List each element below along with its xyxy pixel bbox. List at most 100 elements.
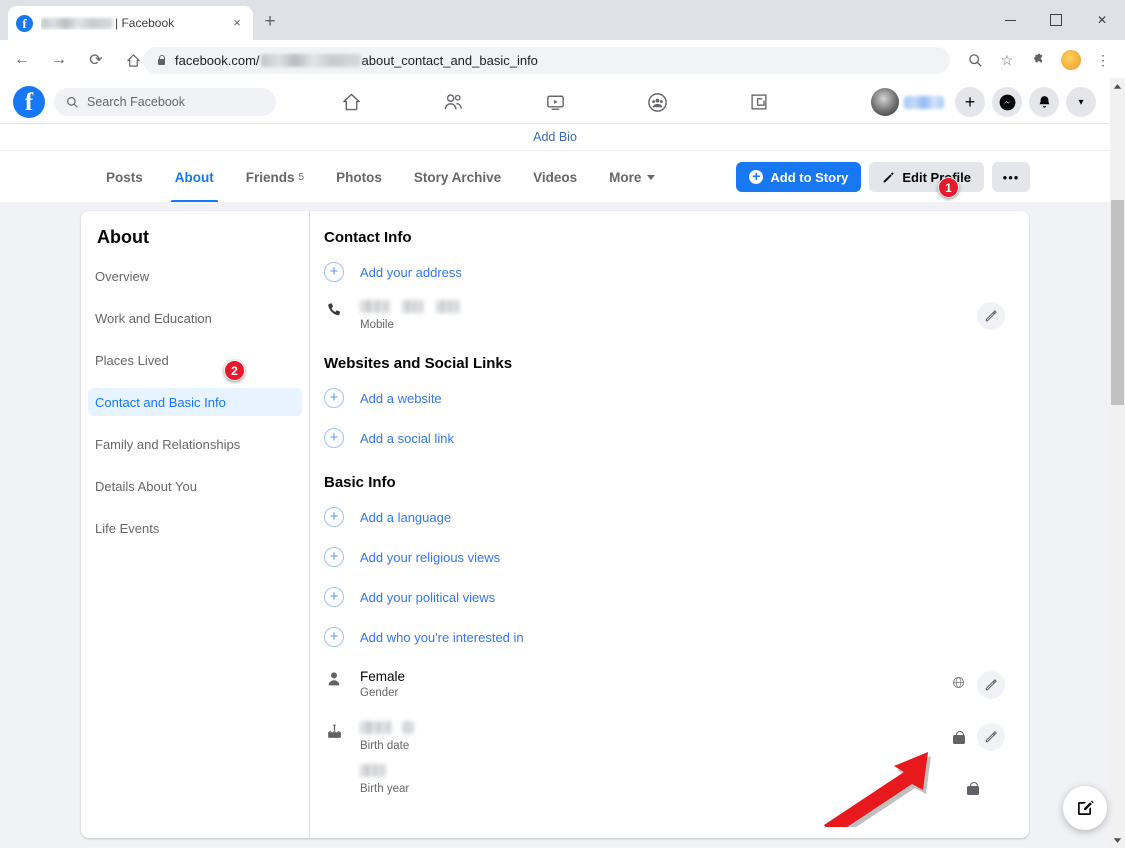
sidebar-item-family-and-relationships[interactable]: Family and Relationships	[88, 430, 302, 458]
plus-circle-icon: +	[749, 169, 764, 184]
tab-photos-label: Photos	[336, 169, 382, 185]
tab-about-label: About	[174, 169, 214, 185]
add-interested-in-label: Add who you're interested in	[360, 629, 524, 645]
bookmark-star-icon[interactable]: ☆	[993, 46, 1021, 74]
plus-icon: +	[324, 428, 344, 448]
lock-icon[interactable]	[967, 781, 979, 795]
browser-tab[interactable]: f | Facebook ×	[8, 6, 253, 40]
watch-icon[interactable]	[535, 87, 575, 117]
edit-profile-button[interactable]: Edit Profile	[869, 162, 984, 192]
gender-value: Female	[360, 669, 406, 684]
notifications-button[interactable]	[1029, 87, 1059, 117]
tab-story-archive[interactable]: Story Archive	[400, 151, 515, 203]
add-political-views-label: Add your political views	[360, 589, 496, 605]
sidebar-item-work-and-education[interactable]: Work and Education	[88, 304, 302, 332]
page-scrollbar[interactable]	[1110, 78, 1125, 848]
search-input[interactable]: Search Facebook	[54, 88, 276, 116]
globe-icon[interactable]	[952, 676, 965, 694]
create-button[interactable]: +	[955, 87, 985, 117]
add-website-row[interactable]: + Add a website	[324, 378, 1005, 418]
browser-window: f | Facebook × + ✕ ← → ⟳ facebook.com/ a…	[0, 0, 1125, 848]
tab-videos[interactable]: Videos	[519, 151, 591, 203]
tab-posts[interactable]: Posts	[92, 151, 157, 203]
omnibox-actions: ☆ ⋮	[961, 40, 1117, 80]
compose-icon	[1078, 800, 1094, 815]
browser-profile-avatar[interactable]	[1057, 46, 1085, 74]
scrollbar-thumb[interactable]	[1111, 200, 1124, 405]
url-bar[interactable]: facebook.com/ about_contact_and_basic_in…	[143, 47, 950, 74]
add-website-label: Add a website	[360, 390, 442, 406]
extensions-puzzle-icon[interactable]	[1025, 46, 1053, 74]
tab-about[interactable]: About	[161, 151, 228, 203]
pencil-icon	[884, 171, 895, 182]
scroll-up-arrow-icon[interactable]	[1110, 78, 1125, 94]
chevron-down-icon: ▾	[1078, 96, 1084, 108]
browser-menu-icon[interactable]: ⋮	[1089, 46, 1117, 74]
account-menu-button[interactable]: ▾	[1066, 87, 1096, 117]
lock-icon[interactable]	[953, 730, 965, 744]
close-tab-icon[interactable]: ×	[229, 15, 245, 31]
zoom-search-icon[interactable]	[961, 46, 989, 74]
sidebar-item-life-events[interactable]: Life Events	[88, 514, 302, 542]
tab-friends[interactable]: Friends 5	[232, 151, 318, 203]
add-bio-link[interactable]: Add Bio	[533, 130, 577, 144]
basic-info-heading: Basic Info	[324, 474, 396, 491]
forward-icon[interactable]: →	[44, 45, 74, 75]
add-religious-views-row[interactable]: + Add your religious views	[324, 537, 1005, 577]
profile-chip[interactable]	[871, 87, 948, 117]
back-icon[interactable]: ←	[7, 45, 37, 75]
annotation-badge-2: 2	[224, 360, 245, 381]
add-religious-views-label: Add your religious views	[360, 549, 501, 565]
phone-value-blurred	[360, 300, 961, 316]
facebook-logo[interactable]: f	[13, 86, 45, 118]
add-address-row[interactable]: + Add your address	[324, 252, 1005, 292]
tab-more[interactable]: More	[595, 151, 669, 203]
bio-row: Add Bio	[0, 124, 1110, 150]
sidebar-item-label: Work and Education	[95, 310, 212, 326]
sidebar-item-contact-and-basic-info[interactable]: Contact and Basic Info	[88, 388, 302, 416]
phone-value-group: Mobile	[360, 300, 961, 331]
minimize-icon[interactable]	[987, 0, 1033, 40]
more-dots-icon: •••	[1002, 169, 1020, 185]
sidebar-item-places-lived[interactable]: Places Lived	[88, 346, 302, 374]
friends-icon[interactable]	[433, 87, 473, 117]
url-domain: facebook.com/	[175, 53, 260, 68]
edit-gender-button[interactable]	[977, 671, 1005, 699]
edit-birth-date-button[interactable]	[977, 723, 1005, 751]
sidebar-item-label: Details About You	[95, 478, 197, 494]
tab-friends-count: 5	[298, 171, 305, 183]
site-lock-icon	[156, 55, 166, 67]
add-social-link-row[interactable]: + Add a social link	[324, 418, 1005, 458]
compose-fab-button[interactable]	[1063, 786, 1107, 830]
reload-icon[interactable]: ⟳	[81, 45, 111, 75]
phone-sublabel: Mobile	[360, 319, 394, 331]
scroll-down-arrow-icon[interactable]	[1110, 832, 1125, 848]
tab-photos[interactable]: Photos	[322, 151, 396, 203]
profile-more-options-button[interactable]: •••	[992, 162, 1030, 192]
add-political-views-row[interactable]: + Add your political views	[324, 577, 1005, 617]
add-language-row[interactable]: + Add a language	[324, 497, 1005, 537]
facebook-nav-icons	[300, 80, 810, 124]
sidebar-item-overview[interactable]: Overview	[88, 262, 302, 290]
annotation-badge-1: 1	[938, 177, 959, 198]
add-interested-in-row[interactable]: + Add who you're interested in	[324, 617, 1005, 657]
facebook-header: f Search Facebook + ▾	[0, 80, 1110, 124]
close-window-icon[interactable]: ✕	[1079, 0, 1125, 40]
tab-more-label: More	[609, 169, 642, 185]
groups-icon[interactable]	[637, 87, 677, 117]
contact-info-heading: Contact Info	[324, 229, 412, 246]
new-tab-icon[interactable]: +	[258, 11, 282, 35]
birth-year-value-blurred	[360, 764, 937, 780]
maximize-icon[interactable]	[1033, 0, 1079, 40]
add-to-story-button[interactable]: + Add to Story	[736, 162, 862, 192]
edit-phone-button[interactable]	[977, 302, 1005, 330]
sidebar-item-details-about-you[interactable]: Details About You	[88, 472, 302, 500]
about-sidebar: About Overview Work and Education Places…	[81, 211, 310, 838]
gaming-icon[interactable]	[739, 87, 779, 117]
messenger-button[interactable]	[992, 87, 1022, 117]
home-icon[interactable]	[331, 87, 371, 117]
phone-row: Mobile	[324, 292, 1005, 341]
gender-row-actions	[952, 669, 1005, 699]
about-card: About Overview Work and Education Places…	[81, 211, 1029, 838]
plus-icon: +	[324, 547, 344, 567]
